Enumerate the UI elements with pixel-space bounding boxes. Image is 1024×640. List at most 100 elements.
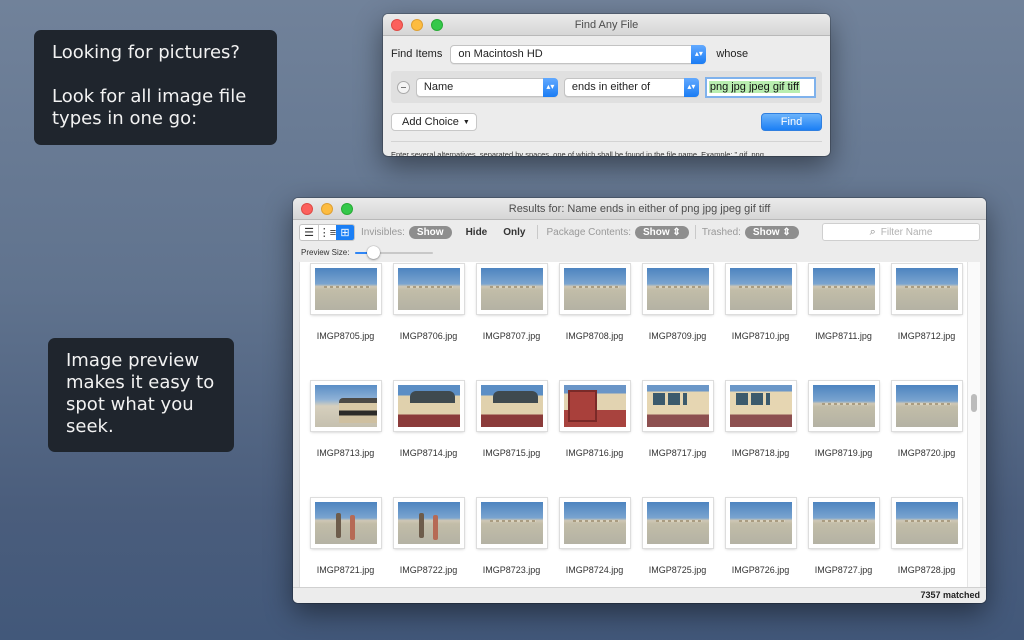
file-item[interactable]: IMGP8716.jpg [553,373,636,490]
photo-preview [729,268,792,310]
image-thumbnail[interactable] [808,498,879,548]
title-bar[interactable]: Results for: Name ends in either of png … [293,198,986,220]
toolbar-divider [537,225,539,239]
file-item[interactable]: IMGP8714.jpg [387,373,470,490]
list-view-icon[interactable]: ☰ [300,225,318,240]
photo-preview [314,502,377,544]
file-item[interactable]: IMGP8727.jpg [802,490,885,587]
view-mode-control: ☰ ⋮≡ ⊞ [299,223,355,241]
file-name: IMGP8713.jpg [316,448,375,458]
invisibles-only-button[interactable]: Only [503,227,525,238]
image-thumbnail[interactable] [559,381,630,431]
scrollbar-thumb[interactable] [971,394,977,412]
file-item[interactable]: IMGP8724.jpg [553,490,636,587]
file-name: IMGP8712.jpg [897,331,956,341]
image-thumbnail[interactable] [476,381,547,431]
invisibles-show-button[interactable]: Show [408,225,452,239]
icon-view-icon[interactable]: ⊞ [336,224,354,240]
slider-knob[interactable] [366,245,380,259]
zoom-button[interactable] [431,19,443,31]
image-thumbnail[interactable] [310,381,381,431]
file-item[interactable]: IMGP8719.jpg [802,373,885,490]
zoom-button[interactable] [341,203,353,215]
file-item[interactable]: IMGP8728.jpg [885,490,967,587]
remove-criterion-button[interactable] [397,80,410,94]
filter-name-input[interactable]: ⌕ Filter Name [822,223,980,241]
invisibles-hide-button[interactable]: Hide [466,227,488,238]
file-item[interactable]: IMGP8720.jpg [885,373,967,490]
file-item[interactable]: IMGP8722.jpg [387,490,470,587]
outline-view-icon[interactable]: ⋮≡ [318,224,336,240]
photo-preview [812,502,875,544]
image-thumbnail[interactable] [642,381,713,431]
file-item[interactable]: IMGP8707.jpg [470,262,553,373]
dropdown-arrow-icon: ▼ [462,118,470,126]
add-choice-button[interactable]: Add Choice ▼ [391,113,477,131]
photo-preview [895,268,958,310]
image-thumbnail[interactable] [393,498,464,548]
file-name: IMGP8717.jpg [648,448,707,458]
operator-popup[interactable]: ends in either of ▴▾ [563,77,699,97]
file-item[interactable]: IMGP8715.jpg [470,373,553,490]
preview-size-slider[interactable] [355,245,434,260]
minimize-button[interactable] [321,203,333,215]
image-thumbnail[interactable] [393,264,464,314]
filter-placeholder: Filter Name [880,226,933,238]
image-thumbnail[interactable] [891,381,962,431]
file-item[interactable]: IMGP8723.jpg [470,490,553,587]
title-bar[interactable]: Find Any File [383,14,830,36]
image-thumbnail[interactable] [559,498,630,548]
close-button[interactable] [391,19,403,31]
updown-arrows-icon: ▴▾ [691,44,707,64]
minimize-button[interactable] [411,19,423,31]
photo-preview [729,502,792,544]
image-thumbnail[interactable] [891,498,962,548]
file-item[interactable]: IMGP8713.jpg [304,373,387,490]
file-name: IMGP8719.jpg [814,448,873,458]
file-item[interactable]: IMGP8710.jpg [719,262,802,373]
find-button[interactable]: Find [761,113,822,131]
photo-preview [563,385,626,427]
image-thumbnail[interactable] [310,264,381,314]
trashed-value: Show [752,226,780,238]
image-thumbnail[interactable] [310,498,381,548]
photo-preview [397,268,460,310]
file-item[interactable]: IMGP8711.jpg [802,262,885,373]
image-thumbnail[interactable] [642,498,713,548]
location-popup[interactable]: on Macintosh HD ▴▾ [450,44,707,64]
image-thumbnail[interactable] [725,264,796,314]
file-item[interactable]: IMGP8712.jpg [885,262,967,373]
criterion-value-field[interactable]: png jpg jpeg gif tiff [704,76,816,98]
file-item[interactable]: IMGP8718.jpg [719,373,802,490]
find-any-file-window: Find Any File Find Items on Macintosh HD… [383,14,830,156]
trashed-popup[interactable]: Show ⇕ [744,225,799,239]
attribute-popup[interactable]: Name ▴▾ [415,77,558,97]
image-thumbnail[interactable] [808,381,879,431]
image-thumbnail[interactable] [725,381,796,431]
vertical-scrollbar[interactable] [967,262,980,587]
file-item[interactable]: IMGP8709.jpg [636,262,719,373]
file-item[interactable]: IMGP8717.jpg [636,373,719,490]
file-item[interactable]: IMGP8706.jpg [387,262,470,373]
image-thumbnail[interactable] [808,264,879,314]
package-contents-popup[interactable]: Show ⇕ [634,225,689,239]
file-name: IMGP8707.jpg [482,331,541,341]
file-item[interactable]: IMGP8721.jpg [304,490,387,587]
image-thumbnail[interactable] [476,264,547,314]
file-name: IMGP8722.jpg [399,565,458,575]
file-item[interactable]: IMGP8705.jpg [304,262,387,373]
image-thumbnail[interactable] [476,498,547,548]
file-name: IMGP8715.jpg [482,448,541,458]
file-item[interactable]: IMGP8726.jpg [719,490,802,587]
criterion-row: Name ▴▾ ends in either of ▴▾ png jpg jpe… [391,71,822,103]
image-thumbnail[interactable] [725,498,796,548]
file-item[interactable]: IMGP8708.jpg [553,262,636,373]
close-button[interactable] [301,203,313,215]
image-thumbnail[interactable] [393,381,464,431]
image-thumbnail[interactable] [559,264,630,314]
find-items-label: Find Items [391,48,443,60]
file-item[interactable]: IMGP8725.jpg [636,490,719,587]
photo-preview [812,385,875,427]
image-thumbnail[interactable] [891,264,962,314]
image-thumbnail[interactable] [642,264,713,314]
